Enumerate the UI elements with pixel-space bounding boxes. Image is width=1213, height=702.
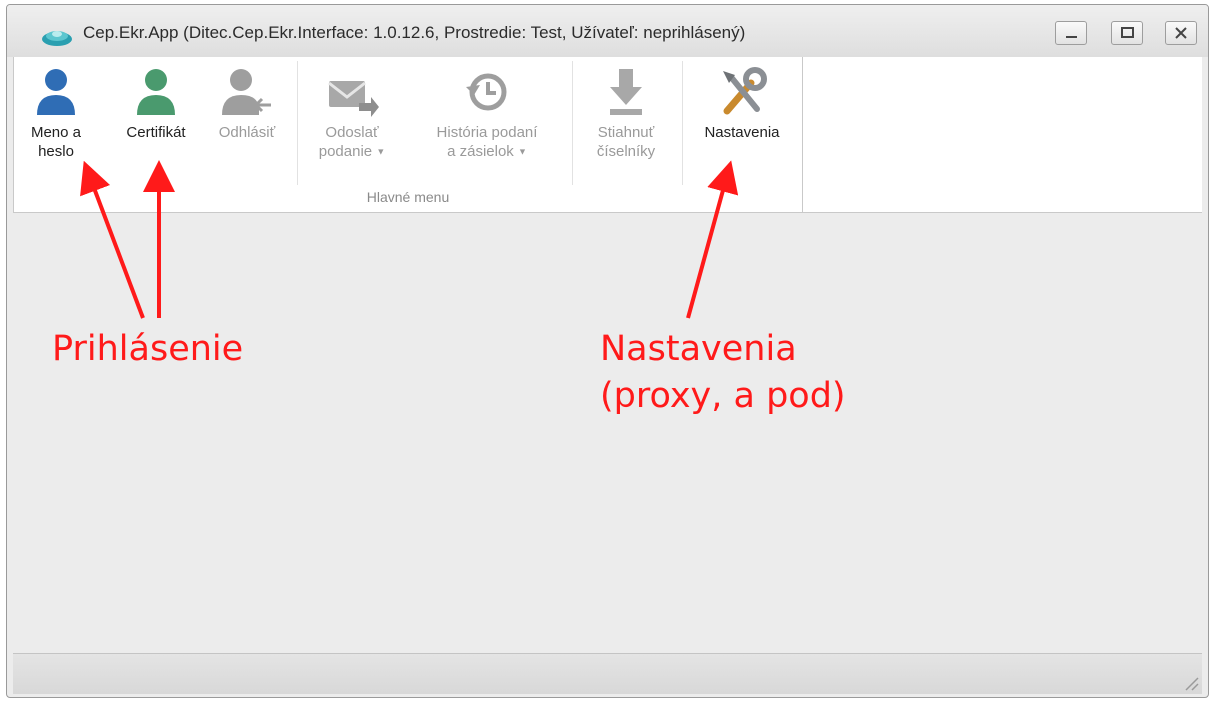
arrow-to-settings <box>686 160 739 319</box>
annotation-settings-line2: (proxy, a pod) <box>600 376 846 416</box>
annotation-settings-line1: Nastavenia <box>600 329 797 369</box>
annotation-login: Prihlásenie <box>52 329 244 369</box>
arrow-to-login <box>80 160 145 319</box>
